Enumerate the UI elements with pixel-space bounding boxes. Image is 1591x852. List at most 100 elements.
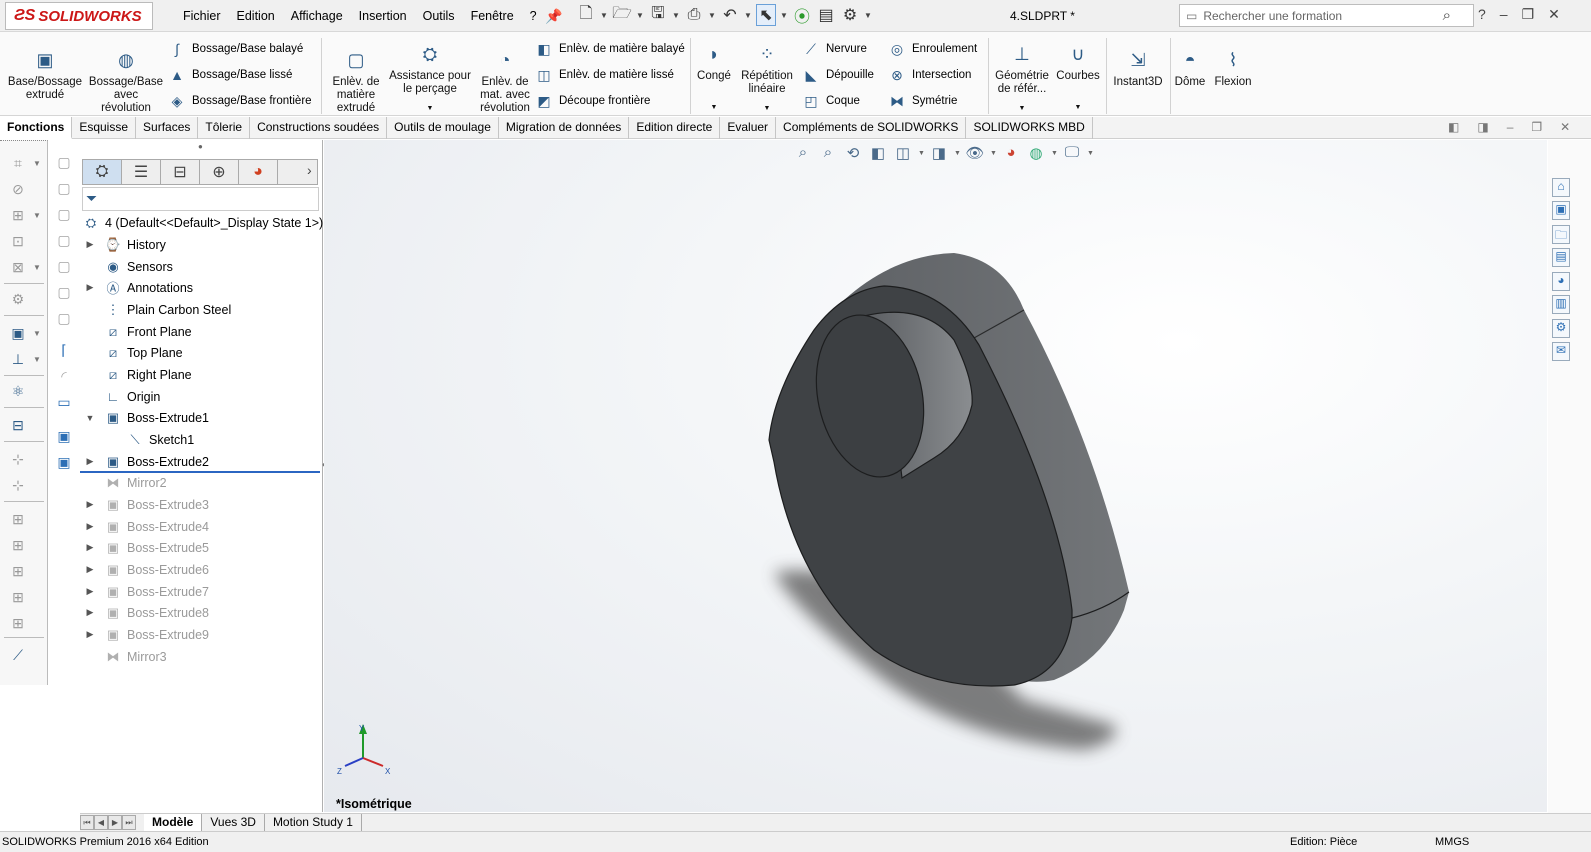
extrude-boss-button[interactable]: ▣ Base/Bossage extrudé [5, 48, 85, 102]
dropdown-arrow-icon[interactable]: ▼ [33, 329, 41, 338]
last-tab-icon[interactable]: ⏭ [122, 815, 136, 830]
rib-button[interactable]: ⟋ Nervure [802, 40, 867, 58]
tree-item-sketch1[interactable]: ⟍ Sketch1 [106, 429, 194, 450]
swept-cut-button[interactable]: ◧ Enlèv. de matière balayé [535, 40, 684, 58]
search-icon[interactable]: ⌕ [1443, 7, 1451, 24]
expand-arrow-icon[interactable]: ▶ [84, 542, 96, 553]
view-palette-icon[interactable]: ▥ [1552, 295, 1570, 314]
tree-item-annotations[interactable]: ▶ Ⓐ Annotations [84, 277, 194, 298]
status-units[interactable]: MMGS [1435, 836, 1469, 848]
tab-3d-views[interactable]: Vues 3D [202, 814, 265, 831]
layout3-tool-icon[interactable]: ⊞ [7, 563, 29, 581]
dim-tool-icon[interactable]: ⊹ [7, 451, 29, 469]
sketch-fillet-icon[interactable]: ◜ [54, 368, 74, 386]
shell-button[interactable]: ◰ Coque [802, 92, 860, 110]
boundary-cut-button[interactable]: ◩ Découpe frontière [535, 92, 650, 110]
dropdown-arrow-icon[interactable]: ▼ [600, 11, 608, 20]
draft-button[interactable]: ◣ Dépouille [802, 66, 874, 84]
forum-icon[interactable]: ✉ [1552, 342, 1570, 361]
loft-boss-button[interactable]: ▲ Bossage/Base lissé [168, 66, 292, 84]
dim2-tool-icon[interactable]: ⊹ [7, 477, 29, 495]
dropdown-arrow-icon[interactable]: ▼ [33, 211, 41, 220]
part2-icon[interactable]: ▣ [54, 454, 74, 472]
propertymanager-tab-icon[interactable]: ☰ [122, 160, 161, 184]
reference-geometry-button[interactable]: ⊥ Géométrie de référ... ▼ [992, 42, 1052, 115]
restore-icon[interactable]: ❐ [1522, 6, 1535, 23]
search-input[interactable]: Rechercher une formation [1203, 9, 1342, 23]
sketch-edit-icon[interactable]: ⊠ [7, 259, 29, 277]
prev-tab-icon[interactable]: ◀ [94, 815, 108, 830]
expand-arrow-icon[interactable]: ▶ [84, 282, 96, 293]
expand-arrow-icon[interactable]: ▶ [84, 564, 96, 575]
dropdown-arrow-icon[interactable]: ▼ [780, 11, 788, 20]
tree-item-material[interactable]: ⋮ Plain Carbon Steel [84, 299, 232, 320]
gear-tool-icon[interactable]: ⚙ [7, 291, 29, 309]
file-properties-icon[interactable]: ▤ [816, 4, 836, 26]
tree-item-boss-extrude4[interactable]: ▶ ▣ Boss-Extrude4 [84, 516, 209, 537]
view-cube-icon[interactable]: ▢ [54, 206, 74, 224]
revolved-cut-button[interactable]: ◔ Enlèv. de mat. avec révolution [470, 48, 540, 115]
rebuild-traffic-light-icon[interactable]: ⦿ [792, 4, 812, 26]
reference-tool-icon[interactable]: ⊥ [7, 351, 29, 369]
displaymanager-tab-icon[interactable]: ◕ [239, 160, 278, 184]
tab-outils-moulage[interactable]: Outils de moulage [387, 117, 499, 139]
expand-arrow-icon[interactable]: ▶ [84, 239, 96, 250]
tab-motion-study[interactable]: Motion Study 1 [265, 814, 362, 831]
part-icon[interactable]: ▣ [54, 428, 74, 446]
chevron-right-icon[interactable]: › [307, 162, 312, 178]
menu-help[interactable]: ? [522, 9, 545, 23]
doc-restore-icon[interactable]: ❐ [1531, 120, 1542, 134]
menu-outils[interactable]: Outils [415, 9, 463, 23]
expand-arrow-icon[interactable]: ▶ [84, 629, 96, 640]
expand-arrow-icon[interactable]: ▶ [84, 456, 96, 467]
dropdown-arrow-icon[interactable]: ▼ [33, 159, 41, 168]
assembly-tool-icon[interactable]: ⚛ [7, 383, 29, 401]
clip-icon[interactable]: ⊘ [7, 181, 29, 199]
measure-tool-icon[interactable]: ⟋ [7, 647, 29, 665]
grid-tool-icon[interactable]: ⊞ [7, 207, 29, 225]
tab-tolerie[interactable]: Tôlerie [198, 117, 251, 139]
tab-surfaces[interactable]: Surfaces [136, 117, 199, 139]
featuremanager-tab-icon[interactable]: ⛭ [83, 160, 122, 184]
panel-grip-icon[interactable]: ● [198, 142, 203, 151]
search-box[interactable]: ▭ Rechercher une formation ⌕ [1179, 4, 1474, 27]
layout-tool-icon[interactable]: ⊞ [7, 511, 29, 529]
smart-dimension-icon[interactable]: ⌈ [54, 342, 74, 360]
dropdown-arrow-icon[interactable]: ▼ [33, 263, 41, 272]
tree-item-top-plane[interactable]: ⧄ Top Plane [84, 342, 183, 363]
open-folder-icon[interactable]: 🗁 [612, 4, 632, 26]
undo-icon[interactable]: ↶ [720, 4, 740, 26]
tab-mbd[interactable]: SOLIDWORKS MBD [966, 117, 1093, 139]
collapse-arrow-icon[interactable]: ▼ [84, 413, 96, 423]
configurationmanager-tab-icon[interactable]: ⊟ [161, 160, 200, 184]
tree-filter-field[interactable]: ⏷ [82, 187, 319, 211]
tree-item-boss-extrude8[interactable]: ▶ ▣ Boss-Extrude8 [84, 602, 209, 623]
linear-pattern-button[interactable]: ⁘ Répétition linéaire ▼ [736, 42, 798, 115]
sweep-boss-button[interactable]: ∫ Bossage/Base balayé [168, 40, 303, 58]
next-tab-icon[interactable]: ▶ [108, 815, 122, 830]
display-icon[interactable]: ▭ [54, 394, 74, 412]
tree-item-front-plane[interactable]: ⧄ Front Plane [84, 321, 192, 342]
extruded-cut-button[interactable]: ▢ Enlèv. de matière extrudé [325, 48, 387, 115]
instant3d-button[interactable]: ⇲ Instant3D [1110, 48, 1166, 89]
sketch-relations-icon[interactable]: ⊡ [7, 233, 29, 251]
resources-icon[interactable]: ▣ [1552, 201, 1570, 220]
close-icon[interactable]: ✕ [1548, 6, 1560, 23]
dropdown-arrow-icon[interactable]: ▼ [672, 11, 680, 20]
tab-fonctions[interactable]: Fonctions [0, 117, 73, 139]
dimxpert-tab-icon[interactable]: ⊕ [200, 160, 239, 184]
tree-item-boss-extrude5[interactable]: ▶ ▣ Boss-Extrude5 [84, 537, 209, 558]
doc-minimize-icon[interactable]: – [1507, 120, 1514, 134]
view-cube-icon[interactable]: ▢ [54, 310, 74, 328]
menu-fichier[interactable]: Fichier [175, 9, 229, 23]
dropdown-arrow-icon[interactable]: ▼ [864, 11, 872, 20]
help-icon[interactable]: ? [1478, 6, 1486, 23]
wrap-button[interactable]: ◎ Enroulement [888, 40, 977, 58]
menu-fenetre[interactable]: Fenêtre [463, 9, 522, 23]
solidworks-logo[interactable]: ƧS SOLIDWORKS [5, 2, 153, 30]
tree-item-sensors[interactable]: ◉ Sensors [84, 256, 173, 277]
dropdown-arrow-icon[interactable]: ▼ [33, 355, 41, 364]
new-document-icon[interactable]: 🗋 [576, 4, 596, 26]
tab-complements[interactable]: Compléments de SOLIDWORKS [776, 117, 967, 139]
layout5-tool-icon[interactable]: ⊞ [7, 615, 29, 633]
